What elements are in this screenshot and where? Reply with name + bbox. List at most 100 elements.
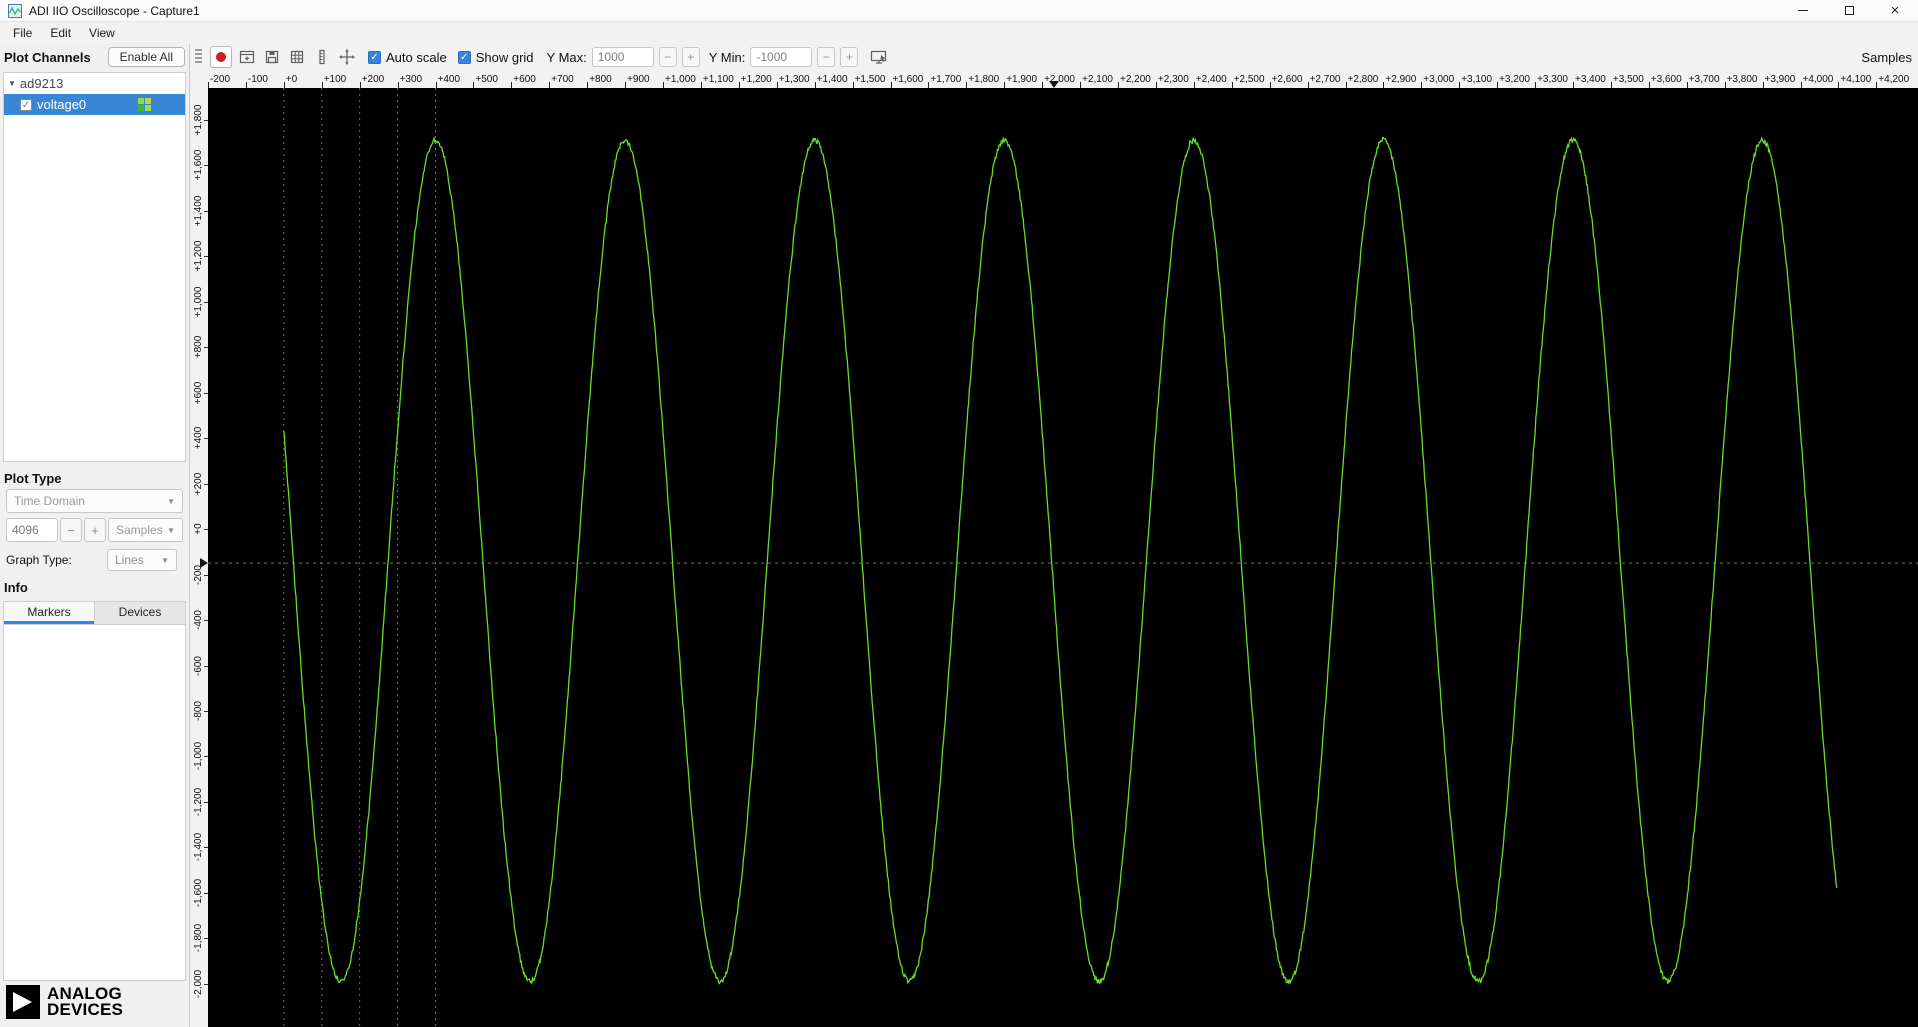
save-button[interactable] (262, 47, 282, 67)
pan-button[interactable] (337, 47, 357, 67)
menu-item-view[interactable]: View (80, 24, 124, 42)
x-axis-tick-label: +3,100 (1461, 74, 1493, 85)
app-icon (8, 3, 22, 18)
graph-type-row: Graph Type: Lines ▼ (6, 549, 183, 571)
sidebar: Plot Channels Enable All ▼ ad9213 ✓ volt… (0, 44, 190, 1027)
tree-device-ad9213[interactable]: ▼ ad9213 (4, 73, 185, 94)
y-max-decrement-button[interactable]: − (658, 47, 677, 67)
screenshot-icon (871, 50, 887, 64)
screenshot-button[interactable] (869, 47, 889, 67)
show-grid-checkbox[interactable]: ✓ (457, 50, 471, 64)
main-area: ✓ Auto scale ✓ Show grid Y Max: − + Y Mi… (190, 44, 1918, 1027)
y-min-input[interactable] (750, 47, 813, 67)
plot-region: +1,800 +1,600 +1,400 +1,200 +1,000 +800 +600 +4… (190, 70, 1918, 1027)
plot-channels-label: Plot Channels (4, 49, 91, 65)
channel-color-swatch[interactable] (138, 98, 151, 111)
y-min-label: Y Min: (708, 49, 746, 65)
window-controls: × (1780, 0, 1918, 21)
adi-logo-mark (6, 985, 40, 1019)
minimize-button[interactable] (1780, 0, 1826, 21)
x-axis-tick-label: +2,100 (1082, 74, 1113, 85)
channel-checkbox[interactable]: ✓ (20, 98, 32, 111)
grid-view-button[interactable] (287, 47, 307, 67)
oscilloscope-plot[interactable] (208, 88, 1918, 1027)
level-marker-arrow[interactable] (200, 558, 208, 569)
window-title: ADI IIO Oscilloscope - Capture1 (29, 3, 200, 18)
x-axis-tick-label: +2,400 (1195, 74, 1227, 85)
tab-markers[interactable]: Markers (4, 602, 94, 624)
menubar: File Edit View (0, 22, 1918, 44)
x-axis: -200 -100 +0 +100 +200 +300 +400 +500 +600 +700 +8… (208, 70, 1918, 88)
x-axis-tick-label: -100 (247, 74, 268, 85)
app-window: ADI IIO Oscilloscope - Capture1 × File Ed… (0, 0, 1918, 1027)
info-tabs: Markers Devices (3, 601, 186, 624)
x-axis-tick-label: +2,900 (1385, 74, 1417, 85)
x-axis-tick-label: +800 (589, 74, 612, 85)
graph-type-select[interactable]: Lines ▼ (107, 549, 177, 571)
capture-record-button[interactable] (210, 46, 232, 68)
enable-all-button[interactable]: Enable All (107, 47, 185, 67)
new-plot-button[interactable] (237, 47, 257, 67)
sample-count-input[interactable] (6, 518, 58, 542)
maximize-button[interactable] (1826, 0, 1872, 21)
tab-devices[interactable]: Devices (94, 602, 185, 624)
y-min-increment-button[interactable]: + (840, 47, 859, 67)
x-axis-tick-label: +4,200 (1878, 74, 1910, 85)
tree-channel-voltage0[interactable]: ✓ voltage0 (4, 94, 185, 115)
x-axis-tick-label: +3,800 (1726, 74, 1758, 85)
x-axis-tick-label: +1,900 (1006, 74, 1038, 85)
close-button[interactable]: × (1872, 0, 1918, 21)
sample-count-row: − + Samples ▼ (6, 518, 183, 542)
y-max-input[interactable] (591, 47, 654, 67)
x-axis-tick-label: +3,300 (1537, 74, 1568, 85)
y-min-decrement-button[interactable]: − (817, 47, 836, 67)
toolbar: ✓ Auto scale ✓ Show grid Y Max: − + Y Mi… (190, 44, 1918, 70)
x-axis-tick-label: +400 (437, 74, 461, 85)
x-axis-tick-label: +4,100 (1840, 74, 1872, 85)
x-axis-tick-label: +300 (399, 74, 423, 85)
x-axis-tick-label: +1,000 (665, 74, 696, 85)
chevron-down-icon: ▼ (167, 525, 175, 535)
x-axis-tick-label: +3,900 (1764, 74, 1796, 85)
x-axis-tick-label: +3,700 (1688, 74, 1720, 85)
info-label: Info (4, 580, 28, 595)
x-axis-tick-label: +1,400 (816, 74, 848, 85)
sample-unit-value: Samples (116, 523, 163, 537)
top-marker-arrow[interactable] (1048, 81, 1059, 88)
y-max-label: Y Max: (546, 49, 587, 65)
x-axis-tick-label: +1,600 (892, 74, 924, 85)
menu-item-edit[interactable]: Edit (41, 24, 80, 42)
auto-scale-label: Auto scale (386, 49, 447, 65)
maximize-icon (1844, 6, 1854, 15)
x-axis-tick-label: +1,800 (968, 74, 1000, 85)
x-axis-tick-label: +1,500 (854, 74, 886, 85)
minimize-icon (1798, 10, 1808, 11)
show-grid-label: Show grid (475, 49, 534, 65)
toolbar-drag-handle[interactable] (195, 49, 202, 65)
x-axis-tick-label: +4,000 (1802, 74, 1834, 85)
move-crosshair-icon (339, 49, 355, 65)
save-icon (265, 50, 279, 64)
expander-icon[interactable]: ▼ (8, 79, 16, 88)
scale-button[interactable] (312, 47, 332, 67)
sample-count-decrement-button[interactable]: − (60, 518, 82, 542)
x-axis-tick-label: +900 (627, 74, 650, 85)
channel-name: voltage0 (37, 97, 87, 112)
device-name: ad9213 (19, 76, 64, 91)
auto-scale-checkbox[interactable]: ✓ (368, 50, 381, 64)
menu-item-file[interactable]: File (4, 24, 41, 42)
chevron-down-icon: ▼ (167, 496, 175, 506)
plot-type-select[interactable]: Time Domain ▼ (6, 489, 183, 513)
record-icon (216, 52, 226, 62)
sample-count-increment-button[interactable]: + (84, 518, 106, 542)
x-axis-tick-label: +200 (361, 74, 385, 85)
new-plot-icon (239, 50, 255, 64)
x-axis-tick-label: +2,600 (1271, 74, 1303, 85)
graph-type-label: Graph Type: (6, 553, 72, 567)
x-axis-tick-label: +1,200 (740, 74, 772, 85)
y-axis: +1,800 +1,600 +1,400 +1,200 +1,000 +800 +600 +4… (190, 70, 208, 1027)
x-axis-tick-label: +3,600 (1650, 74, 1682, 85)
x-axis-tick-label: +2,500 (1233, 74, 1265, 85)
y-max-increment-button[interactable]: + (681, 47, 700, 67)
sample-unit-select[interactable]: Samples ▼ (108, 518, 183, 542)
